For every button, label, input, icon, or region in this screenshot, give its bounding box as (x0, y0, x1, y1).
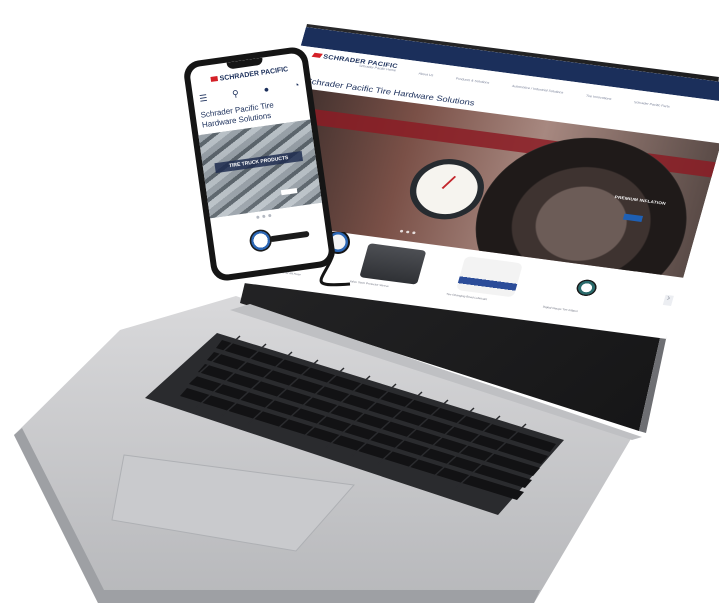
menu-item-solutions[interactable]: Automotive / Industrial Solutions (511, 84, 563, 94)
gauge-needle (441, 175, 457, 189)
product-image-sleeve (359, 243, 427, 285)
menu-item-about[interactable]: About Us (418, 72, 434, 77)
menu-item-parts[interactable]: Schrader Pacific Parts (634, 100, 671, 108)
product-label: Digital Gauge Tire Inflator (542, 304, 579, 314)
product-card[interactable]: Valve Stem Protector Sleeve (347, 242, 436, 300)
phone-site-logo[interactable]: SCHRADER PACIFIC (210, 66, 289, 84)
product-image-digital-gauge (552, 268, 620, 311)
brand-flag-icon (210, 76, 219, 82)
search-icon[interactable]: ⚲ (232, 88, 240, 100)
user-icon[interactable]: ● (263, 84, 270, 96)
smartphone: SCHRADER PACIFIC ☰ ⚲ ● ◔ Schrader Pacifi… (182, 45, 337, 283)
carousel-dots[interactable] (399, 229, 416, 235)
product-card[interactable]: Tire Changing Bead Lubricant (444, 255, 533, 313)
phone-carousel-dots[interactable] (256, 213, 272, 219)
carousel-next-button[interactable] (662, 294, 674, 307)
product-label: Tire Changing Bead Lubricant (445, 292, 488, 301)
phone-hero-banner[interactable]: TIRE TRUCK PRODUCTS (198, 119, 322, 219)
phone-product-hose-image (269, 230, 310, 243)
product-image-lubricant (455, 255, 524, 298)
product-card[interactable]: Digital Gauge Tire Inflator (541, 268, 630, 326)
menu-icon[interactable]: ☰ (199, 93, 209, 105)
brand-name: SCHRADER PACIFIC (219, 66, 289, 83)
menu-item-innovations[interactable]: Tire Innovations (585, 94, 611, 101)
cart-icon[interactable]: ◔ (293, 80, 300, 92)
menu-item-products[interactable]: Products & Solutions (455, 77, 489, 85)
